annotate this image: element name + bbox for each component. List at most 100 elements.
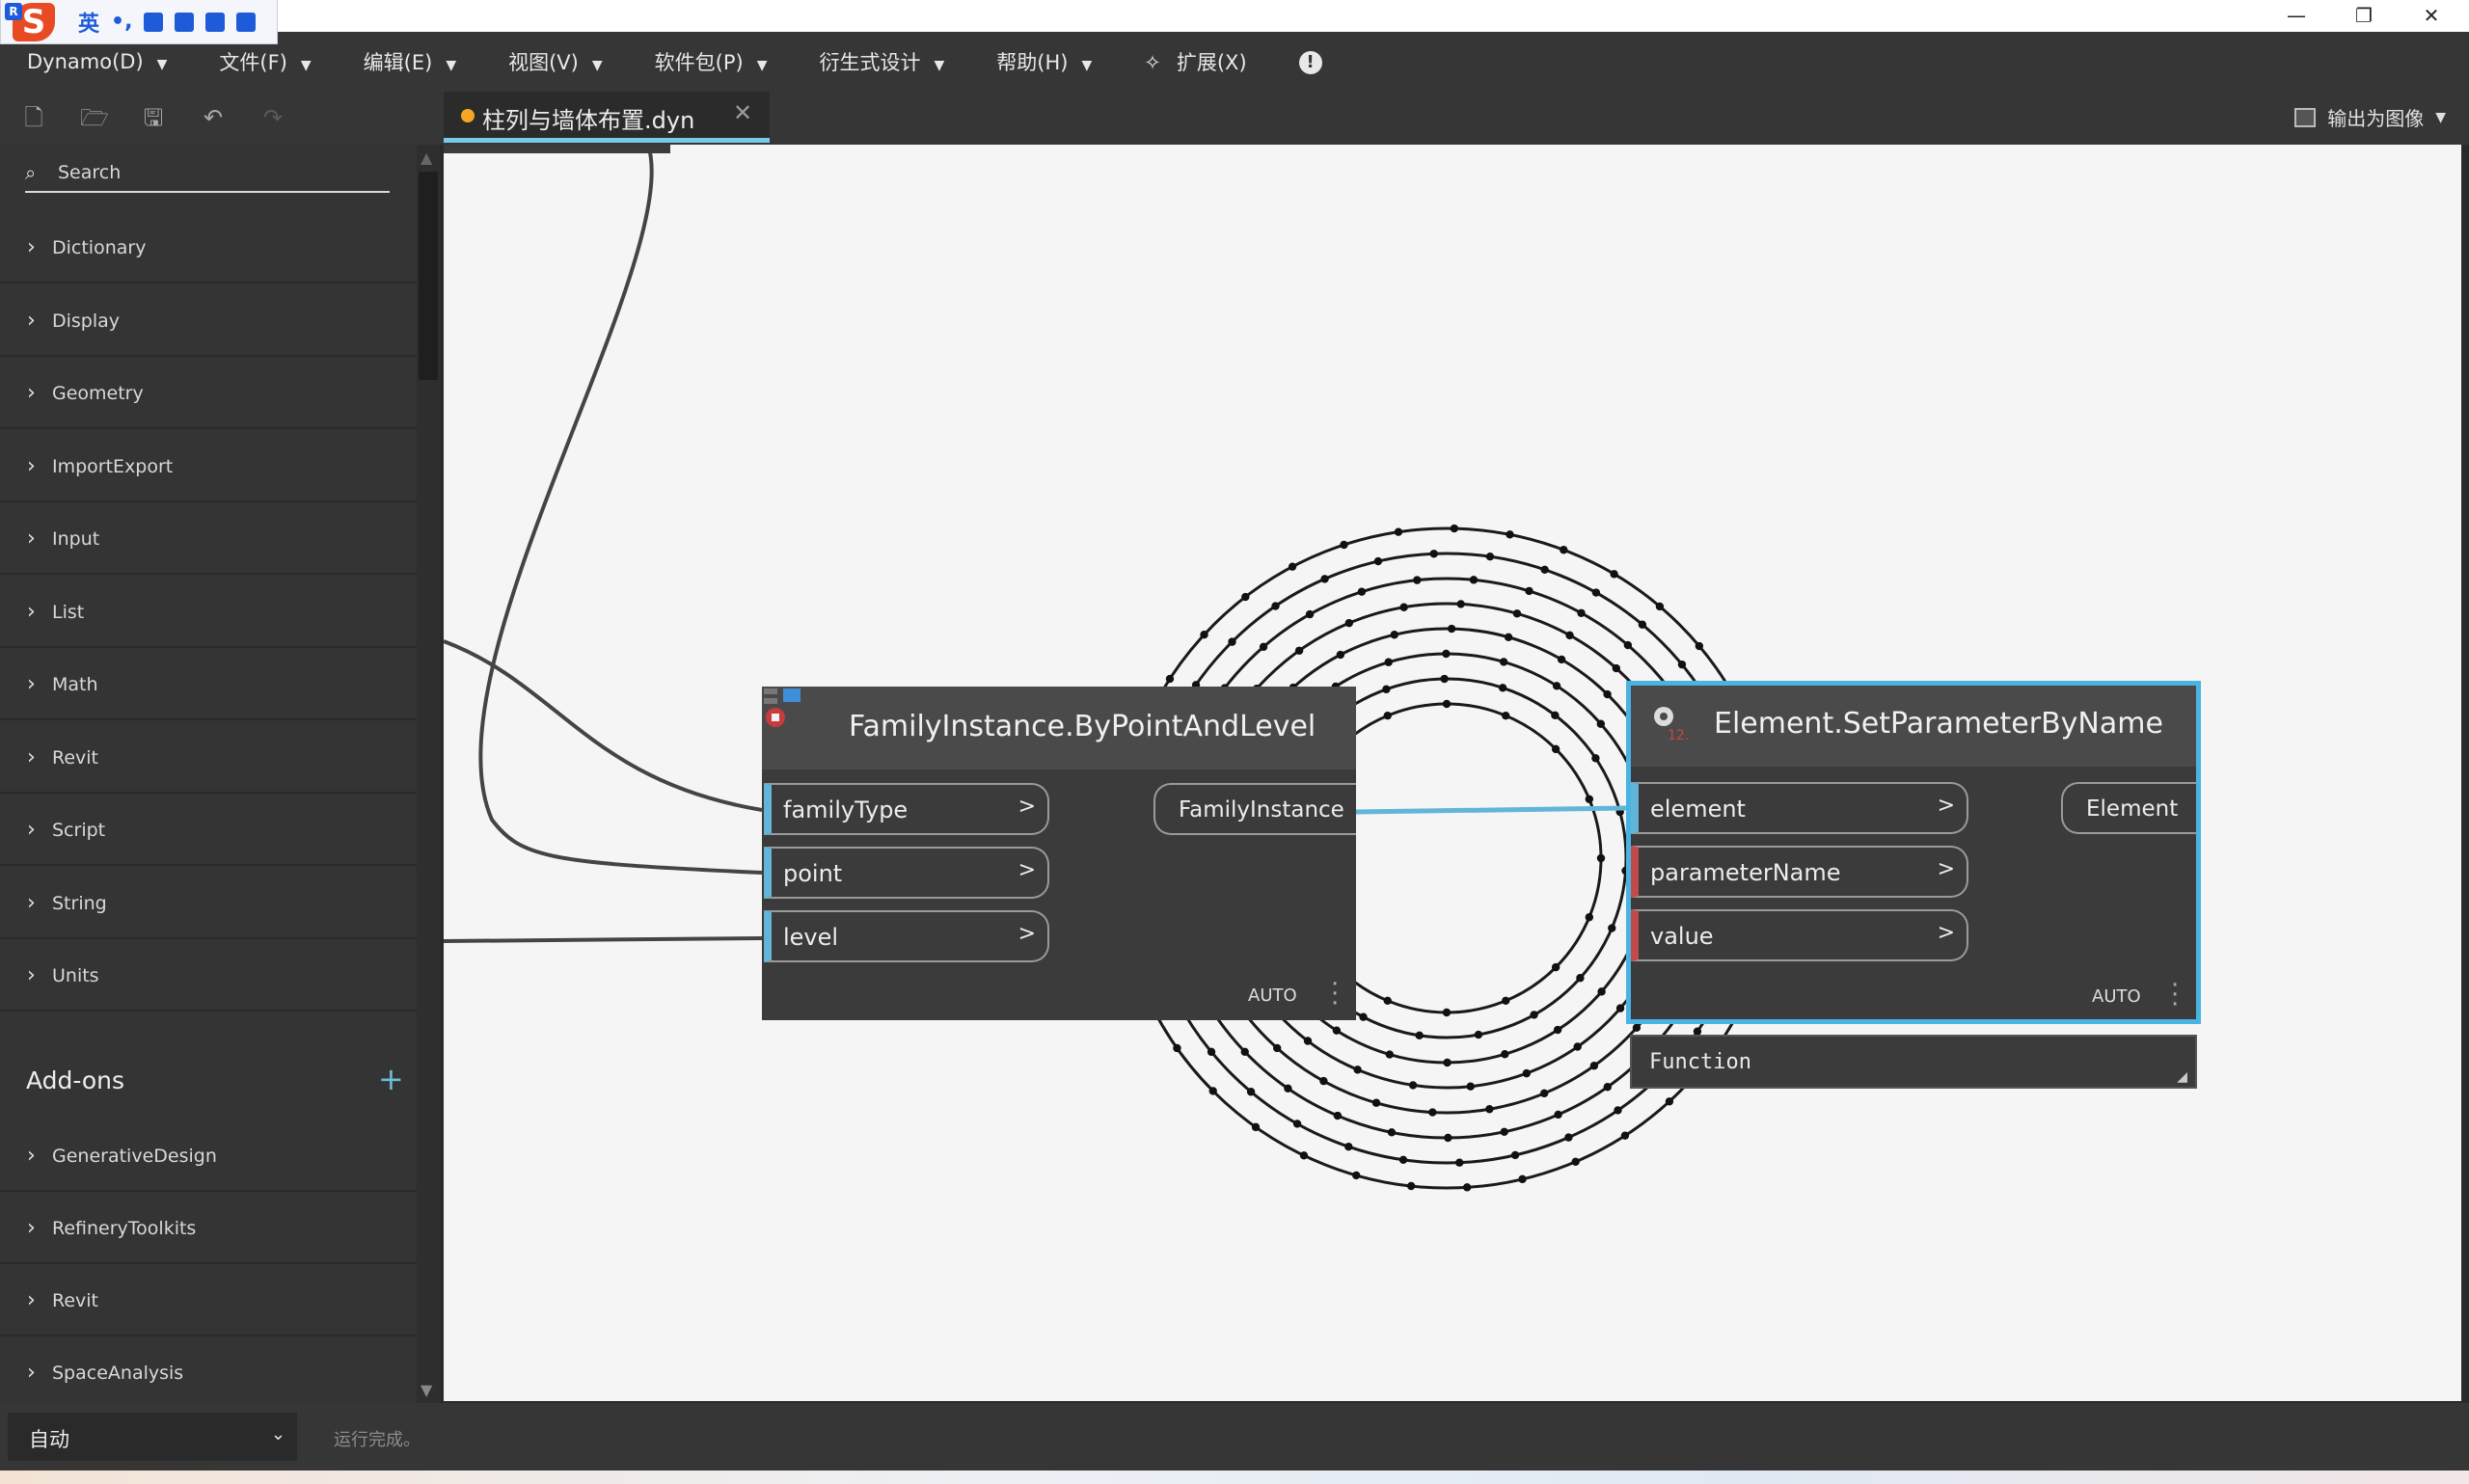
graph-canvas[interactable]: FamilyInstance.ByPointAndLevel familyTyp… [444,145,2461,1401]
save-icon[interactable]: 🖫 [141,105,166,130]
ime-language[interactable]: 英 [78,7,99,38]
library-category-dictionary[interactable]: › Dictionary [0,212,417,283]
preview-point [1620,1131,1630,1140]
library-search-input[interactable]: ⌕ Search [25,154,390,193]
category-label: Input [52,528,100,550]
preview-point [1442,699,1452,709]
scroll-up-icon[interactable]: ▲ [421,148,432,167]
library-category-list[interactable]: › List [0,577,417,648]
output-port-element[interactable]: Element [2061,782,2196,834]
input-port-value[interactable]: value > [1631,909,1968,961]
addon-category-generativedesign[interactable]: › GenerativeDesign [0,1120,417,1192]
preview-point [1336,650,1345,660]
close-tab-icon[interactable]: ✕ [733,99,752,126]
port-arrow-icon: > [1017,858,1036,882]
library-category-math[interactable]: › Math [0,649,417,720]
new-file-icon[interactable]: 🗋 [21,105,46,130]
preview-point [1383,711,1392,720]
chevron-right-icon: › [27,235,36,259]
preview-point [1462,1183,1472,1192]
offscreen-node-fragment [444,145,670,153]
keyboard-icon[interactable] [175,12,195,32]
microphone-icon[interactable] [144,12,164,32]
scrollbar-thumb[interactable] [419,172,438,380]
preview-point [1456,600,1465,608]
redo-icon[interactable]: ↷ [260,105,285,130]
lacing-indicator: AUTO [1248,985,1297,1006]
sidebar-scrollbar[interactable]: ▲ ▼ [417,145,440,1403]
preview-point [1504,633,1513,642]
toolbar: 🗋 🗁 🖫 ↶ ↷ [0,92,2469,145]
close-window-button[interactable]: ✕ [2398,0,2465,32]
node-familyinstance-bypointandlevel[interactable]: FamilyInstance.ByPointAndLevel familyTyp… [762,687,1356,1020]
restore-button[interactable]: ❐ [2330,0,2398,32]
preview-point [1200,631,1208,639]
caret-down-icon: ▼ [446,58,457,73]
run-mode-select[interactable]: 自动 ⌄ [8,1413,297,1461]
ime-toolbar[interactable]: S R 英 •, [0,0,278,44]
chevron-right-icon: › [27,818,36,842]
apps-grid-icon[interactable] [236,12,257,32]
ime-punctuation[interactable]: •, [111,10,132,34]
scroll-down-icon[interactable]: ▼ [421,1381,432,1399]
menu-dynamo[interactable]: Dynamo(D) ▼ [27,50,167,73]
preview-point [1444,1133,1452,1143]
input-port-familytype[interactable]: familyType > [764,783,1049,835]
library-category-script[interactable]: › Script [0,795,417,866]
preview-point [1208,1087,1217,1095]
title-bar: S R 英 •, — ❐ ✕ [0,0,2469,44]
menu-edit[interactable]: 编辑(E) ▼ [364,47,456,76]
library-category-string[interactable]: › String [0,868,417,939]
revit-r-letter: R [5,2,22,20]
chevron-right-icon: › [27,381,36,405]
library-category-units[interactable]: › Units [0,940,417,1012]
preview-point [1560,546,1568,554]
node-element-setparameterbyname[interactable]: 12.3 Element.SetParameterByName element … [1626,681,2201,1024]
menu-file[interactable]: 文件(F) ▼ [219,47,311,76]
menu-generative-design[interactable]: 衍生式设计 ▼ [820,47,945,76]
category-label: List [52,601,85,623]
library-sidebar: ⌕ Search › Dictionary › Display › Geometry › Im… [0,145,417,1409]
menu-help[interactable]: 帮助(H) ▼ [996,47,1092,76]
input-port-level[interactable]: level > [764,910,1049,962]
library-category-display[interactable]: › Display [0,285,417,357]
chevron-right-icon: › [27,1288,36,1312]
undo-icon[interactable]: ↶ [201,105,226,130]
menu-view[interactable]: 视图(V) ▼ [508,47,603,76]
skin-icon[interactable] [205,12,226,32]
library-category-importexport[interactable]: › ImportExport [0,431,417,502]
addon-category-spaceanalysis[interactable]: › SpaceAnalysis [0,1337,417,1409]
addon-category-refinerytoolkits[interactable]: › RefineryToolkits [0,1193,417,1264]
preview-point [1551,711,1560,719]
minimize-button[interactable]: — [2263,0,2330,32]
node-menu-icon[interactable]: · · · [1331,972,1339,1016]
node-menu-icon[interactable]: · · · [2171,973,2179,1017]
preview-point [1551,962,1560,972]
workspace-tab[interactable]: 柱列与墙体布置.dyn ✕ [444,92,770,143]
menu-extensions[interactable]: ✧ 扩展(X) [1144,47,1246,76]
resize-grip-icon[interactable]: ◢ [2177,1069,2187,1085]
menu-packages[interactable]: 软件包(P) ▼ [655,47,768,76]
export-image-button[interactable]: 输出为图像 ▼ [2294,103,2446,131]
lacing-dropdown[interactable]: Function ◢ [1630,1035,2197,1089]
node-header[interactable]: FamilyInstance.ByPointAndLevel [762,687,1356,769]
open-folder-icon[interactable]: 🗁 [80,105,109,130]
sogou-logo-icon: S R [5,1,67,43]
input-port-point[interactable]: point > [764,847,1049,899]
notifications-button[interactable]: ! [1298,49,1322,74]
chevron-right-icon: › [27,308,36,333]
library-category-revit[interactable]: › Revit [0,722,417,794]
preview-point [1371,1098,1381,1107]
node-header[interactable]: 12.3 Element.SetParameterByName [1631,686,2196,767]
input-port-element[interactable]: element > [1631,782,1968,834]
caret-down-icon: ▼ [156,57,168,72]
port-label: point [783,860,843,887]
input-port-parametername[interactable]: parameterName > [1631,846,1968,898]
add-package-icon[interactable]: + [378,1061,404,1097]
library-category-input[interactable]: › Input [0,503,417,575]
output-port-familyinstance[interactable]: FamilyInstance [1153,783,1356,835]
addon-category-revit[interactable]: › Revit [0,1265,417,1336]
wire-familyinstance-to-element [1355,805,1629,815]
category-label: Display [52,310,121,332]
library-category-geometry[interactable]: › Geometry [0,358,417,429]
